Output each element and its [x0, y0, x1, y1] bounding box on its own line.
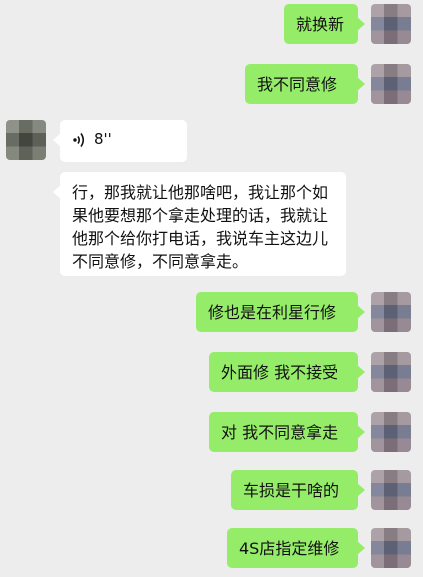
message-text: 我不同意修	[257, 75, 338, 94]
message-bubble[interactable]: 对 我不同意拿走	[209, 412, 365, 452]
message-bubble[interactable]: 4S店指定维修	[227, 528, 365, 568]
message-text: 修也是在利星行修	[208, 303, 337, 322]
avatar[interactable]	[371, 4, 411, 44]
message-row: 修也是在利星行修	[0, 290, 423, 340]
message-bubble[interactable]: 我不同意修	[245, 64, 365, 104]
message-row: 就换新	[0, 0, 423, 50]
message-text: 对 我不同意拿走	[221, 423, 339, 442]
avatar[interactable]	[371, 412, 411, 452]
avatar[interactable]	[371, 292, 411, 332]
avatar[interactable]	[371, 64, 411, 104]
message-bubble[interactable]: 车损是干啥的	[231, 470, 365, 510]
message-bubble[interactable]: 就换新	[284, 4, 365, 44]
message-bubble[interactable]: 行，那我就让他那啥吧，我让那个如果他要想那个拿走处理的话，我就让他那个给你打电话…	[53, 172, 346, 276]
message-text: 行，那我就让他那啥吧，我让那个如果他要想那个拿走处理的话，我就让他那个给你打电话…	[72, 183, 329, 271]
voice-duration: 8''	[94, 130, 112, 148]
avatar[interactable]	[371, 470, 411, 510]
message-row: 车损是干啥的	[0, 468, 423, 518]
message-text: 车损是干啥的	[243, 481, 340, 500]
message-row: 8''	[0, 120, 423, 170]
message-bubble[interactable]: 外面修 我不接受	[209, 352, 365, 392]
message-row: 我不同意修	[0, 60, 423, 110]
message-text: 就换新	[296, 15, 345, 34]
message-bubble[interactable]: 修也是在利星行修	[196, 292, 365, 332]
message-text: 4S店指定维修	[239, 539, 340, 558]
message-row: 对 我不同意拿走	[0, 410, 423, 460]
message-row: 行，那我就让他那啥吧，我让那个如果他要想那个拿走处理的话，我就让他那个给你打电话…	[0, 172, 423, 282]
voice-wave-icon	[73, 133, 85, 147]
message-row: 外面修 我不接受	[0, 350, 423, 400]
avatar[interactable]	[371, 352, 411, 392]
voice-message-bubble[interactable]: 8''	[53, 120, 187, 162]
avatar[interactable]	[6, 120, 46, 160]
avatar[interactable]	[371, 528, 411, 568]
message-text: 外面修 我不接受	[221, 363, 339, 382]
message-row: 4S店指定维修	[0, 526, 423, 576]
